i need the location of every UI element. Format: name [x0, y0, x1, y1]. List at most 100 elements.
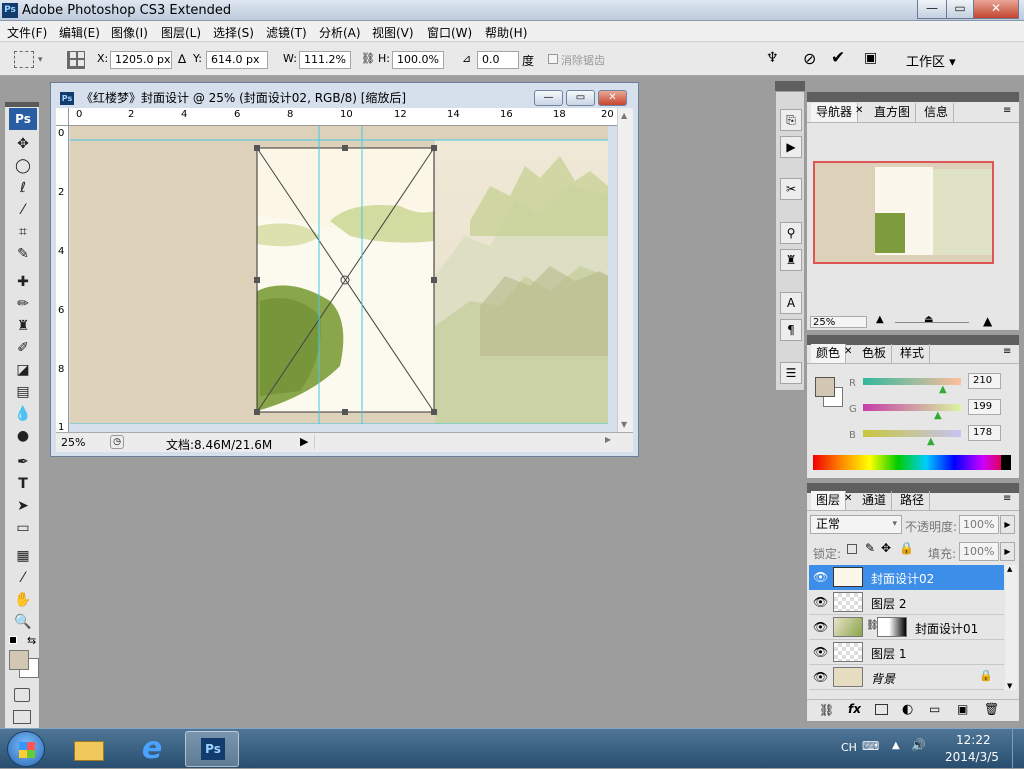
relative-position-icon[interactable]: ∆ — [178, 52, 186, 66]
b-slider[interactable] — [863, 430, 961, 437]
keyboard-icon[interactable]: ⌨ — [862, 739, 879, 753]
menu-edit[interactable]: 编辑(E) — [59, 24, 100, 41]
close-tab-icon[interactable]: ✕ — [844, 346, 852, 357]
restore-button[interactable]: ▭ — [946, 0, 974, 19]
reference-point-icon[interactable] — [67, 51, 85, 69]
horizontal-scrollbar[interactable]: ▶ — [314, 435, 614, 449]
delete-layer-icon[interactable]: 🗑 — [984, 702, 999, 716]
panel-menu-icon[interactable]: ≡ — [1003, 493, 1011, 504]
fill-arrow-icon[interactable]: ▶ — [1000, 542, 1015, 561]
foreground-color-swatch[interactable] — [9, 650, 29, 670]
lock-transparency-icon[interactable] — [847, 544, 857, 554]
bridge-icon[interactable]: ▣ — [864, 50, 877, 66]
workspace-menu[interactable]: 工作区 ▾ — [906, 51, 956, 70]
commit-transform-icon[interactable]: ✔ — [831, 48, 845, 68]
hand-tool-icon[interactable]: ✋ — [12, 590, 34, 610]
tab-layers[interactable]: 图层 — [811, 491, 847, 510]
vertical-scrollbar[interactable]: ▲ ▼ — [617, 108, 633, 432]
tab-info[interactable]: 信息 — [919, 103, 955, 122]
tab-styles[interactable]: 样式 — [895, 344, 931, 363]
link-icon[interactable]: ⛓ — [361, 52, 375, 65]
layer-comps-icon[interactable]: ☰ — [780, 362, 802, 384]
tool-presets-icon[interactable]: ✂ — [780, 178, 802, 200]
doc-close-button[interactable]: ✕ — [598, 90, 627, 106]
layer-row[interactable]: 👁 封面设计02 — [809, 565, 1004, 590]
eraser-icon[interactable]: ◪ — [12, 360, 34, 380]
notes-tool-icon[interactable]: ▦ — [12, 546, 34, 566]
visibility-eye-icon[interactable]: 👁 — [813, 595, 828, 609]
antialias-checkbox[interactable] — [548, 54, 558, 64]
clone-source-icon[interactable]: ♜ — [780, 249, 802, 271]
doc-minimize-button[interactable]: — — [534, 90, 563, 106]
warp-mode-icon[interactable]: ♆ — [766, 50, 779, 66]
close-tab-icon[interactable]: ✕ — [855, 105, 863, 116]
minimize-button[interactable]: — — [917, 0, 947, 19]
tool-preset-chevron-icon[interactable]: ▾ — [38, 55, 43, 65]
slice-tool-icon[interactable]: ✎ — [12, 244, 34, 264]
tab-paths[interactable]: 路径 — [895, 491, 931, 510]
brushes-panel-icon[interactable]: ⚲ — [780, 222, 802, 244]
menu-layer[interactable]: 图层(L) — [161, 24, 201, 41]
opacity-input[interactable]: 100% — [959, 515, 999, 534]
panel-header[interactable] — [807, 92, 1019, 102]
foreground-swatch[interactable] — [815, 377, 835, 397]
tab-color[interactable]: 颜色 — [811, 344, 847, 363]
start-button[interactable] — [7, 731, 45, 767]
visibility-eye-icon[interactable]: 👁 — [813, 620, 828, 634]
zoom-level[interactable]: 25% — [61, 436, 85, 449]
clock-time[interactable]: 12:22 — [956, 733, 991, 747]
document-canvas[interactable] — [70, 126, 608, 424]
tab-histogram[interactable]: 直方图 — [869, 103, 917, 122]
layer-row[interactable]: 👁 图层 2 — [809, 590, 1004, 615]
history-panel-icon[interactable]: ⎘ — [780, 109, 802, 131]
tray-arrow-icon[interactable]: ▲ — [892, 740, 900, 751]
layer-row[interactable]: 👁 图层 1 — [809, 640, 1004, 665]
character-panel-icon[interactable]: A — [780, 292, 802, 314]
screen-mode-icon[interactable] — [13, 710, 31, 724]
close-tab-icon[interactable]: ✕ — [844, 493, 852, 504]
w-input[interactable]: 111.2% — [299, 51, 351, 69]
g-slider-thumb[interactable]: ▲ — [934, 410, 942, 421]
history-brush-icon[interactable]: ✐ — [12, 338, 34, 358]
tab-navigator[interactable]: 导航器 — [811, 103, 859, 122]
adjustment-layer-icon[interactable]: ◐ — [902, 702, 913, 717]
show-desktop-button[interactable] — [1012, 729, 1024, 769]
eyedropper-icon[interactable]: ⁄ — [12, 568, 34, 588]
quick-mask-icon[interactable] — [14, 688, 30, 702]
layer-mask-thumbnail[interactable] — [877, 617, 907, 637]
r-slider-thumb[interactable]: ▲ — [939, 384, 947, 395]
menu-window[interactable]: 窗口(W) — [427, 24, 472, 41]
tab-swatches[interactable]: 色板 — [857, 344, 893, 363]
g-input[interactable]: 199 — [968, 399, 1001, 415]
lock-all-icon[interactable]: 🔒 — [899, 541, 914, 555]
visibility-eye-icon[interactable]: 👁 — [813, 670, 828, 684]
ie-taskbar-icon[interactable]: e — [133, 733, 171, 765]
panel-menu-icon[interactable]: ≡ — [1003, 105, 1011, 116]
actions-panel-icon[interactable]: ▶ — [780, 136, 802, 158]
navigator-preview[interactable] — [813, 161, 994, 264]
r-input[interactable]: 210 — [968, 373, 1001, 389]
h-input[interactable]: 100.0% — [392, 51, 444, 69]
menu-filter[interactable]: 滤镜(T) — [266, 24, 307, 41]
zoom-in-icon[interactable]: ▲ — [983, 314, 992, 328]
lock-position-icon[interactable]: ✥ — [881, 541, 891, 555]
explorer-taskbar-icon[interactable] — [70, 733, 108, 765]
default-colors-icon[interactable] — [9, 636, 17, 644]
new-layer-icon[interactable]: ▣ — [957, 702, 968, 716]
b-input[interactable]: 178 — [968, 425, 1001, 441]
crop-tool-icon[interactable]: ⌗ — [12, 222, 34, 242]
status-arrow-icon[interactable]: ▶ — [300, 435, 308, 448]
doc-restore-button[interactable]: ▭ — [566, 90, 595, 106]
fill-input[interactable]: 100% — [959, 542, 999, 561]
layer-row[interactable]: 👁 背景 🔒 — [809, 665, 1004, 690]
color-ramp[interactable] — [813, 455, 1011, 470]
move-tool-icon[interactable]: ✥ — [12, 134, 34, 154]
y-input[interactable]: 614.0 px — [206, 51, 268, 69]
x-input[interactable]: 1205.0 px — [110, 51, 172, 69]
layer-style-icon[interactable]: fx — [848, 702, 861, 716]
gradient-tool-icon[interactable]: ▤ — [12, 382, 34, 402]
layers-scrollbar[interactable]: ▲ ▼ — [1005, 565, 1017, 690]
menu-select[interactable]: 选择(S) — [213, 24, 254, 41]
menu-file[interactable]: 文件(F) — [7, 24, 47, 41]
dodge-tool-icon[interactable]: ● — [12, 426, 34, 446]
